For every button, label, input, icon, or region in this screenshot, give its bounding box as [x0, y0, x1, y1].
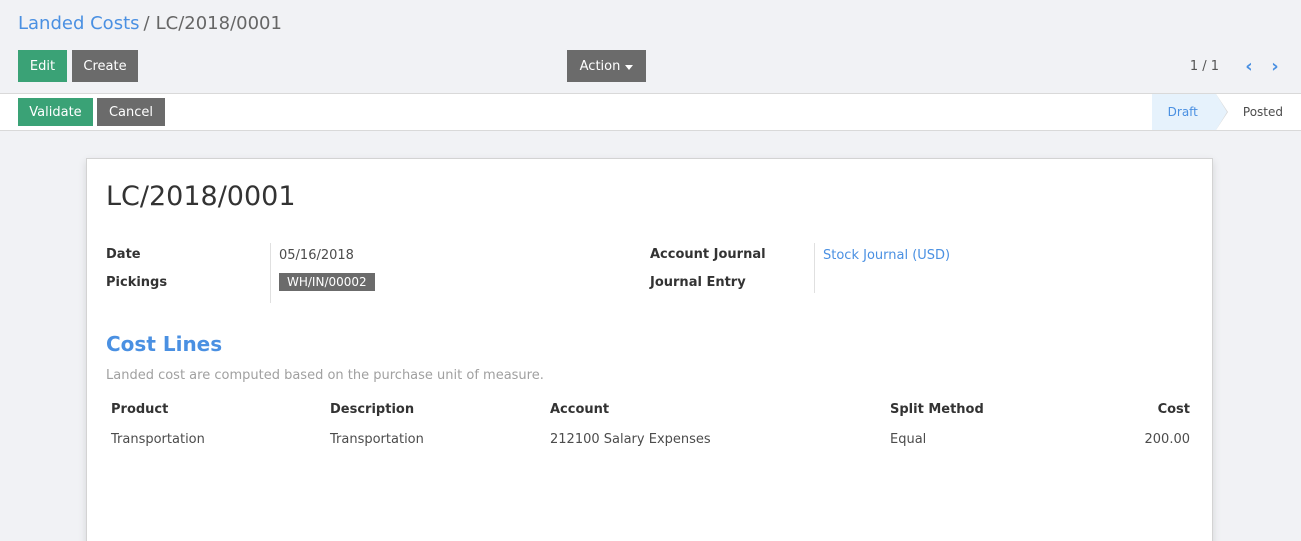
edit-button[interactable]: Edit [18, 50, 67, 82]
pager: 1 / 1 ‹ › [1189, 56, 1285, 77]
pager-value: 1 / 1 [1189, 58, 1219, 74]
document-title: LC/2018/0001 [106, 181, 296, 212]
column-header-account[interactable]: Account [550, 402, 609, 417]
stage-posted[interactable]: Posted [1216, 94, 1301, 130]
statusbar: Validate Cancel Draft Posted [0, 94, 1301, 131]
breadcrumb-separator: / [143, 13, 150, 34]
cancel-button[interactable]: Cancel [97, 98, 165, 126]
form-sheet: LC/2018/0001 Date 05/16/2018 Pickings WH… [86, 158, 1213, 541]
picking-tag[interactable]: WH/IN/00002 [279, 273, 375, 291]
date-label: Date [106, 247, 141, 262]
column-header-description[interactable]: Description [330, 402, 414, 417]
account-journal-label: Account Journal [650, 247, 766, 262]
column-header-product[interactable]: Product [111, 402, 168, 417]
breadcrumb: Landed Costs / LC/2018/0001 [18, 12, 282, 36]
cost-lines-title: Cost Lines [106, 332, 223, 356]
column-header-split-method[interactable]: Split Method [890, 402, 984, 417]
cost-lines-help: Landed cost are computed based on the pu… [106, 368, 544, 383]
action-dropdown-button[interactable]: Action [567, 50, 646, 82]
field-divider [270, 243, 271, 303]
cell-product: Transportation [111, 432, 205, 447]
date-field[interactable]: 05/16/2018 [279, 248, 354, 263]
account-journal-link[interactable]: Stock Journal (USD) [823, 248, 950, 263]
cell-description: Transportation [330, 432, 424, 447]
control-panel: Landed Costs / LC/2018/0001 Edit Create Ac… [0, 0, 1301, 94]
caret-down-icon [625, 64, 634, 70]
column-header-cost[interactable]: Cost [1158, 402, 1190, 417]
validate-button[interactable]: Validate [18, 98, 93, 126]
chevron-right-icon[interactable]: › [1265, 56, 1285, 77]
status-stages: Draft Posted [1151, 94, 1301, 130]
action-label: Action [579, 58, 621, 74]
journal-entry-label: Journal Entry [650, 275, 746, 290]
pickings-field[interactable]: WH/IN/00002 [279, 273, 375, 291]
cell-account: 212100 Salary Expenses [550, 432, 711, 447]
create-button[interactable]: Create [72, 50, 138, 82]
cell-cost: 200.00 [1144, 432, 1191, 447]
pickings-label: Pickings [106, 275, 168, 290]
field-divider [814, 243, 815, 293]
breadcrumb-current: LC/2018/0001 [155, 13, 282, 34]
stage-draft[interactable]: Draft [1151, 94, 1229, 130]
breadcrumb-landed-costs-link[interactable]: Landed Costs [18, 13, 140, 34]
chevron-left-icon[interactable]: ‹ [1239, 56, 1259, 77]
cell-split-method: Equal [890, 432, 927, 447]
